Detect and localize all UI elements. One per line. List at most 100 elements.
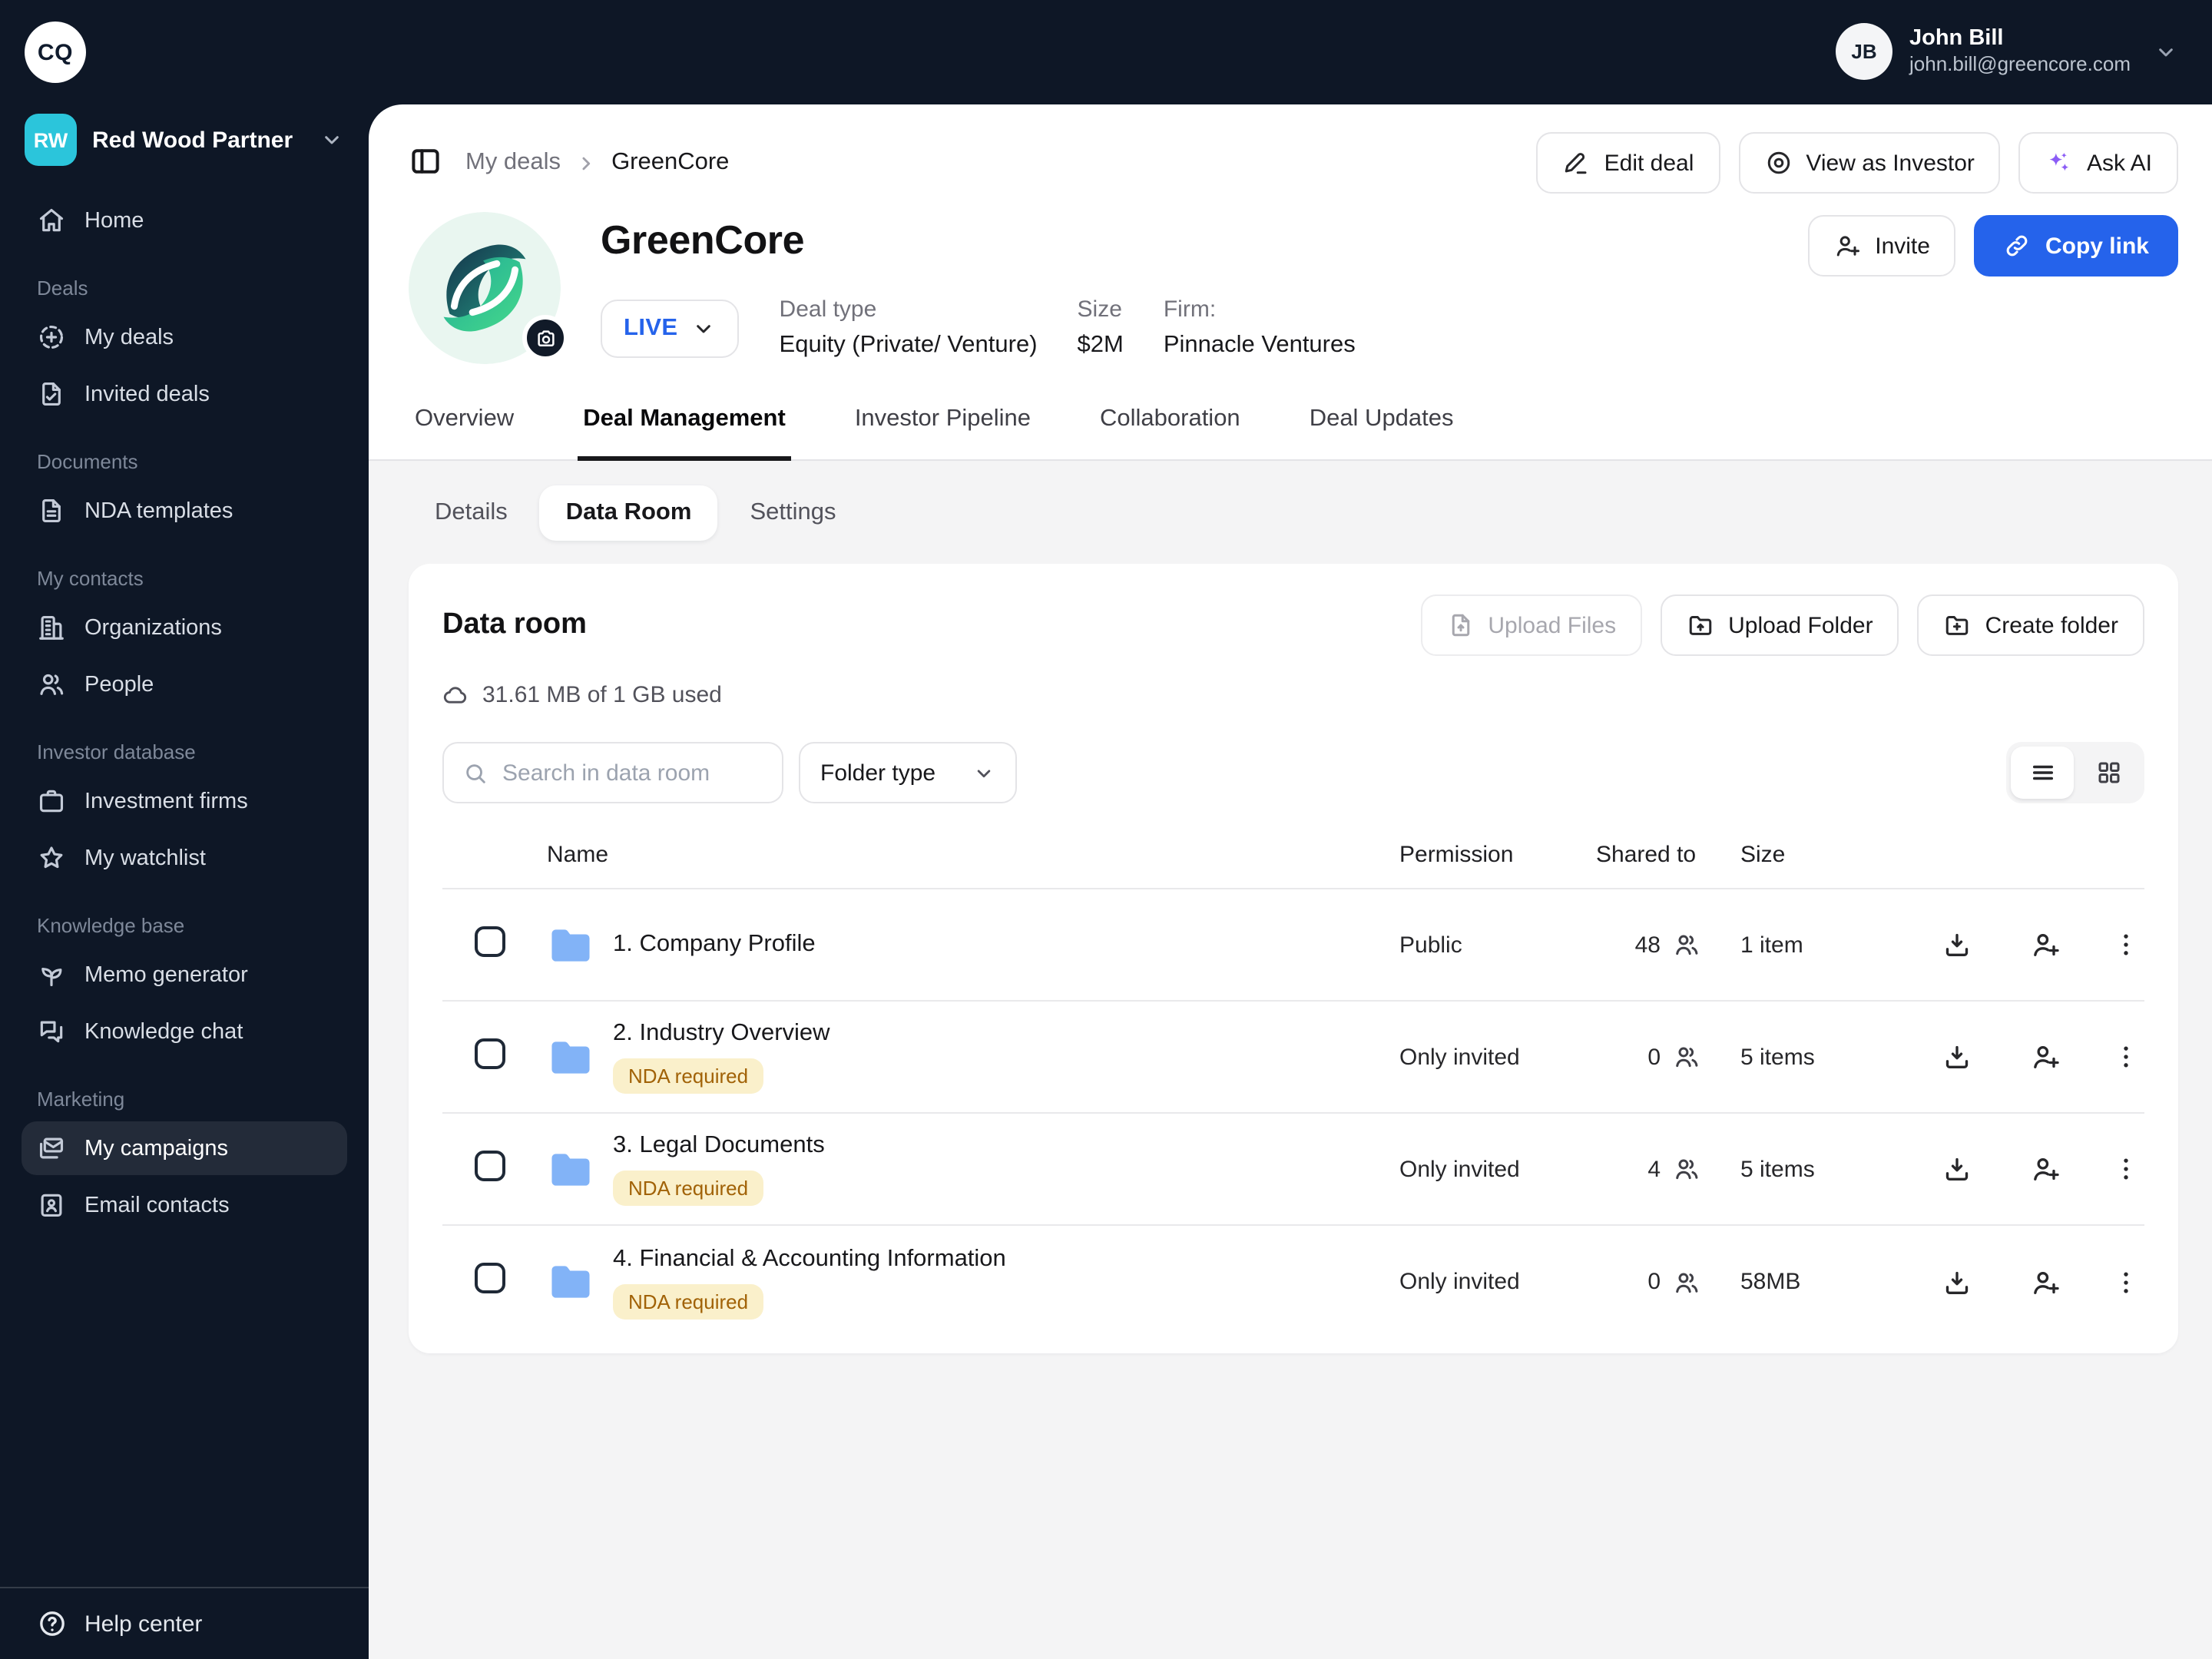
sidebar-item-label: Knowledge chat [84, 1019, 243, 1044]
tab-overview[interactable]: Overview [409, 406, 520, 461]
folder-name[interactable]: 2. Industry Overview [613, 1020, 1399, 1048]
share-button[interactable] [2020, 1143, 2072, 1195]
subtab-details[interactable]: Details [409, 485, 534, 541]
sidebar-item-my-deals[interactable]: My deals [22, 310, 347, 364]
row-checkbox[interactable] [475, 926, 505, 956]
sidebar-item-home[interactable]: Home [22, 194, 347, 247]
grid-view-button[interactable] [2077, 747, 2140, 799]
sidebar-item-memo-generator[interactable]: Memo generator [22, 948, 347, 1002]
nda-required-badge: NDA required [613, 1171, 764, 1206]
breadcrumb-my-deals[interactable]: My deals [465, 149, 561, 177]
download-button[interactable] [1931, 1143, 1983, 1195]
cloud-icon [442, 682, 469, 708]
row-menu-button[interactable] [2100, 1256, 2152, 1308]
kebab-menu-icon [2111, 929, 2141, 960]
data-room-table: Name Permission Shared to Size 1. Compan… [442, 836, 2144, 1338]
copy-link-button[interactable]: Copy link [1974, 215, 2178, 276]
building-icon [37, 613, 66, 642]
app-logo[interactable]: CQ [25, 22, 86, 83]
folder-name[interactable]: 1. Company Profile [613, 931, 1399, 959]
avatar: JB [1836, 23, 1892, 80]
sidebar-section: Documents NDA templates [22, 450, 347, 538]
users-icon [1673, 931, 1700, 959]
row-menu-button[interactable] [2100, 919, 2152, 971]
mails-icon [37, 1134, 66, 1163]
shared-count: 0 [1647, 1044, 1661, 1070]
folder-name[interactable]: 3. Legal Documents [613, 1132, 1399, 1160]
subtab-settings[interactable]: Settings [724, 485, 862, 541]
sidebar-item-my-watchlist[interactable]: My watchlist [22, 831, 347, 885]
tab-investor-pipeline[interactable]: Investor Pipeline [849, 406, 1037, 461]
sidebar-item-knowledge-chat[interactable]: Knowledge chat [22, 1005, 347, 1058]
data-room-header: Data room Upload Files Upload Folder Cre… [442, 594, 2144, 656]
tab-deal-management[interactable]: Deal Management [577, 406, 792, 461]
workspace-switcher[interactable]: RW Red Wood Partner [25, 114, 344, 166]
sidebar-item-email-contacts[interactable]: Email contacts [22, 1178, 347, 1232]
size-value: 5 items [1740, 1044, 1815, 1070]
subtab-data-room[interactable]: Data Room [539, 485, 718, 541]
folder-icon [547, 1258, 594, 1306]
user-menu[interactable]: JB John Bill john.bill@greencore.com [1836, 23, 2178, 80]
row-checkbox[interactable] [475, 1150, 505, 1181]
sprout-icon [37, 960, 66, 989]
share-button[interactable] [2020, 1256, 2072, 1308]
size-value: 58MB [1740, 1269, 1801, 1295]
tab-deal-updates[interactable]: Deal Updates [1303, 406, 1460, 461]
folder-name[interactable]: 4. Financial & Accounting Information [613, 1245, 1399, 1273]
grid-icon [2094, 759, 2122, 786]
sidebar-item-invited-deals[interactable]: Invited deals [22, 367, 347, 421]
invited-icon [37, 379, 66, 409]
change-logo-button[interactable] [522, 315, 568, 361]
sidebar-toggle-icon[interactable] [409, 144, 445, 181]
kebab-menu-icon [2111, 1267, 2141, 1297]
shared-count: 48 [1634, 932, 1661, 958]
download-button[interactable] [1931, 919, 1983, 971]
ask-ai-button[interactable]: Ask AI [2018, 132, 2178, 194]
deal-type-label: Deal type [779, 296, 877, 323]
sidebar-item-organizations[interactable]: Organizations [22, 601, 347, 654]
sidebar-item-my-campaigns[interactable]: My campaigns [22, 1121, 347, 1175]
sidebar-item-nda-templates[interactable]: NDA templates [22, 484, 347, 538]
deal-tabs: Overview Deal Management Investor Pipeli… [369, 406, 2212, 461]
row-menu-button[interactable] [2100, 1143, 2152, 1195]
sidebar-item-people[interactable]: People [22, 657, 347, 711]
edit-deal-button[interactable]: Edit deal [1536, 132, 1720, 194]
sidebar-section: Knowledge base Memo generator Knowledge … [22, 914, 347, 1058]
user-email: john.bill@greencore.com [1909, 52, 2131, 76]
help-center-button[interactable]: Help center [0, 1587, 369, 1659]
folder-type-select[interactable]: Folder type [799, 742, 1018, 803]
download-button[interactable] [1931, 1031, 1983, 1083]
row-checkbox[interactable] [475, 1263, 505, 1293]
column-permission: Permission [1399, 842, 1514, 868]
breadcrumb-current: GreenCore [611, 149, 730, 175]
share-button[interactable] [2020, 1031, 2072, 1083]
search-input[interactable] [502, 760, 763, 786]
row-checkbox[interactable] [475, 1038, 505, 1068]
tab-collaboration[interactable]: Collaboration [1094, 406, 1247, 461]
create-folder-button[interactable]: Create folder [1917, 594, 2144, 656]
size-value: 1 item [1740, 932, 1803, 958]
sidebar-section-label: Marketing [37, 1088, 125, 1111]
deals-icon [37, 323, 66, 352]
users-icon [37, 670, 66, 699]
shared-count: 0 [1647, 1269, 1661, 1295]
breadcrumb: My deals GreenCore [465, 149, 729, 177]
upload-files-button[interactable]: Upload Files [1420, 594, 1643, 656]
download-icon [1942, 929, 1972, 960]
view-as-investor-button[interactable]: View as Investor [1738, 132, 2001, 194]
deal-info: GreenCore LIVE Deal type Equity (Private… [601, 212, 1356, 364]
briefcase-icon [37, 786, 66, 816]
deal-size-label: Size [1077, 296, 1122, 323]
row-menu-button[interactable] [2100, 1031, 2152, 1083]
sidebar-item-investment-firms[interactable]: Investment firms [22, 774, 347, 828]
share-button[interactable] [2020, 919, 2072, 971]
folder-icon [547, 921, 594, 969]
upload-folder-button[interactable]: Upload Folder [1661, 594, 1899, 656]
invite-button[interactable]: Invite [1807, 215, 1956, 276]
deal-status-dropdown[interactable]: LIVE [601, 299, 740, 357]
list-view-button[interactable] [2011, 747, 2074, 799]
folder-icon [547, 1033, 594, 1081]
download-button[interactable] [1931, 1256, 1983, 1308]
sidebar-section-label: Documents [37, 450, 138, 473]
column-shared-to: Shared to [1596, 842, 1697, 868]
